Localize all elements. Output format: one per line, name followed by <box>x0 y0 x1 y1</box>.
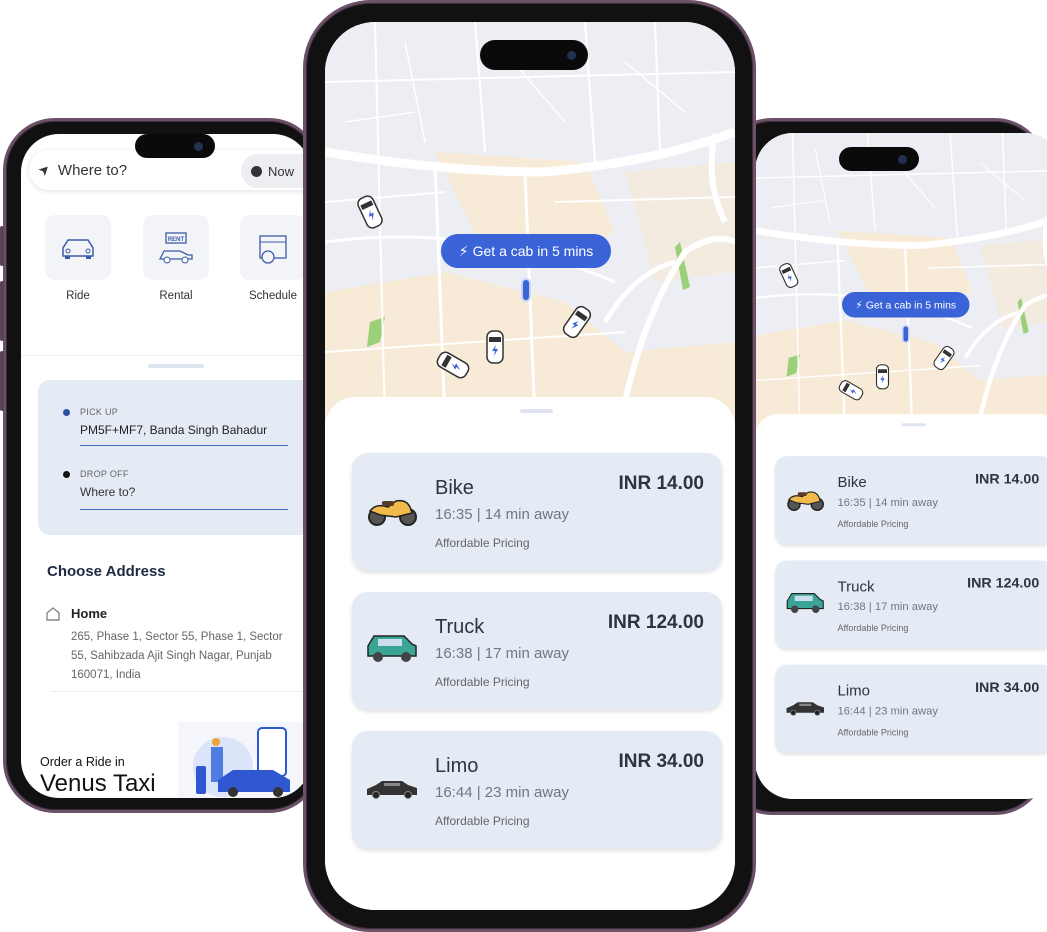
service-schedule[interactable] <box>240 215 306 280</box>
ride-price: INR 14.00 <box>618 473 704 494</box>
ride-eta: 16:38 | 17 min away <box>435 645 569 662</box>
svg-text:RENT: RENT <box>168 237 185 243</box>
pickup-label: PICK UP <box>80 407 119 417</box>
ride-options-sheet: Bike 16:35 | 14 min away Affordable Pric… <box>755 414 1047 799</box>
address-text: 265, Phase 1, Sector 55, Phase 1, Sector… <box>71 631 283 681</box>
limo-icon <box>367 781 417 799</box>
dropoff-dot-icon <box>63 471 70 478</box>
ride-eta: 16:44 | 23 min away <box>435 784 569 801</box>
sheet-handle[interactable] <box>520 409 553 413</box>
address-divider <box>51 691 311 692</box>
eta-pill: ⚡︎ Get a cab in 5 mins <box>842 292 970 318</box>
choose-address-title: Choose Address <box>47 563 166 580</box>
clock-icon <box>251 165 262 177</box>
ride-options-screen-small: ⚡︎ Get a cab in 5 mins Bike 16:35 | 14 m… <box>755 133 1047 799</box>
navigation-arrow-icon: ➤ <box>34 159 54 180</box>
promo-line1: Order a Ride in <box>40 755 125 769</box>
sheet-divider <box>21 355 311 356</box>
service-label: Ride <box>66 290 90 302</box>
ride-name: Truck <box>837 578 875 596</box>
eta-text: Get a cab in 5 mins <box>865 298 957 311</box>
teal-car-icon <box>367 635 417 662</box>
pickup-dot-icon <box>63 409 70 416</box>
ride-eta: 16:38 | 17 min away <box>837 600 938 613</box>
ride-options-sheet: Bike 16:35 | 14 min away Affordable Pric… <box>325 397 735 910</box>
side-button <box>0 226 4 266</box>
lightning-icon: ⚡︎ <box>855 298 863 311</box>
ride-eta: 16:35 | 14 min away <box>837 496 938 509</box>
location-pin-icon <box>521 278 531 302</box>
time-selector[interactable]: Now <box>241 154 311 188</box>
ride-option-bike[interactable]: Bike 16:35 | 14 min away Affordable Pric… <box>775 456 1047 545</box>
ride-eta: 16:35 | 14 min away <box>435 506 569 523</box>
ride-tag: Affordable Pricing <box>435 536 530 550</box>
ride-price: INR 124.00 <box>607 612 704 633</box>
ride-option-truck[interactable]: Truck 16:38 | 17 min away Affordable Pri… <box>352 592 722 710</box>
lightning-icon: ⚡︎ <box>458 242 469 259</box>
eta-pill: ⚡︎ Get a cab in 5 mins <box>441 234 611 268</box>
home-icon <box>46 607 60 621</box>
calendar-car-icon <box>259 234 287 264</box>
car-marker <box>486 330 504 364</box>
side-button <box>0 281 4 341</box>
car-icon <box>62 238 94 259</box>
dynamic-island <box>480 40 588 70</box>
ride-option-bike[interactable]: Bike 16:35 | 14 min away Affordable Pric… <box>352 453 722 571</box>
rent-car-icon: RENT <box>158 231 193 263</box>
ride-eta: 16:44 | 23 min away <box>837 704 938 718</box>
map-roads <box>325 22 735 423</box>
ride-name: Bike <box>837 474 867 491</box>
map-view[interactable]: ⚡︎ Get a cab in 5 mins <box>325 22 735 423</box>
motorcycle-icon <box>368 499 417 526</box>
ride-tag: Affordable Pricing <box>837 518 909 530</box>
eta-text: Get a cab in 5 mins <box>472 243 594 259</box>
home-screen: ➤ Where to? Now Ride RENT Rental Schedul… <box>21 134 311 798</box>
location-pin-icon <box>902 325 910 343</box>
dynamic-island <box>135 134 215 158</box>
sheet-handle[interactable] <box>148 364 204 368</box>
sheet-handle[interactable] <box>901 423 926 427</box>
taxi-illustration <box>178 722 308 798</box>
ride-tag: Affordable Pricing <box>435 814 530 828</box>
ride-tag: Affordable Pricing <box>837 622 909 634</box>
car-marker <box>875 364 890 390</box>
dropoff-label: DROP OFF <box>80 469 129 479</box>
motorcycle-icon <box>787 491 824 511</box>
ride-option-limo[interactable]: Limo 16:44 | 23 min away Affordable Pric… <box>775 664 1047 754</box>
trip-panel: PICK UP PM5F+MF7, Banda Singh Bahadur DR… <box>38 380 311 535</box>
right-phone: ⚡︎ Get a cab in 5 mins Bike 16:35 | 14 m… <box>720 118 1047 815</box>
ride-name: Truck <box>435 616 485 638</box>
limo-icon <box>786 702 824 716</box>
service-rental[interactable]: RENT <box>143 215 209 280</box>
service-label: Rental <box>159 290 193 302</box>
ride-option-truck[interactable]: Truck 16:38 | 17 min away Affordable Pri… <box>775 560 1047 649</box>
map-roads <box>755 133 1047 434</box>
ride-options-screen: ⚡︎ Get a cab in 5 mins Bike 16:35 | 14 m… <box>325 22 735 910</box>
service-ride[interactable] <box>45 215 111 280</box>
ride-price: INR 14.00 <box>975 471 1040 487</box>
ride-option-limo[interactable]: Limo 16:44 | 23 min away Affordable Pric… <box>352 731 722 849</box>
left-phone: ➤ Where to? Now Ride RENT Rental Schedul… <box>0 118 321 813</box>
address-name: Home <box>71 606 108 621</box>
promo-brand: Venus Taxi <box>40 770 156 797</box>
ride-name: Bike <box>435 477 474 499</box>
map-view[interactable]: ⚡︎ Get a cab in 5 mins <box>755 133 1047 434</box>
ride-price: INR 34.00 <box>618 751 704 772</box>
search-placeholder: Where to? <box>57 161 128 179</box>
side-button <box>0 351 4 411</box>
ride-price: INR 124.00 <box>967 575 1040 592</box>
ride-name: Limo <box>435 755 479 777</box>
dynamic-island <box>839 147 919 171</box>
ride-name: Limo <box>837 682 871 700</box>
teal-car-icon <box>786 592 824 613</box>
ride-price: INR 34.00 <box>975 679 1040 696</box>
service-label: Schedule <box>249 290 297 302</box>
center-phone: ⚡︎ Get a cab in 5 mins Bike 16:35 | 14 m… <box>303 0 756 932</box>
ride-tag: Affordable Pricing <box>837 727 909 738</box>
ride-tag: Affordable Pricing <box>435 675 530 689</box>
pickup-field[interactable]: PM5F+MF7, Banda Singh Bahadur <box>80 423 288 446</box>
time-option-label: Now <box>268 163 295 179</box>
dropoff-field[interactable]: Where to? <box>80 485 288 510</box>
